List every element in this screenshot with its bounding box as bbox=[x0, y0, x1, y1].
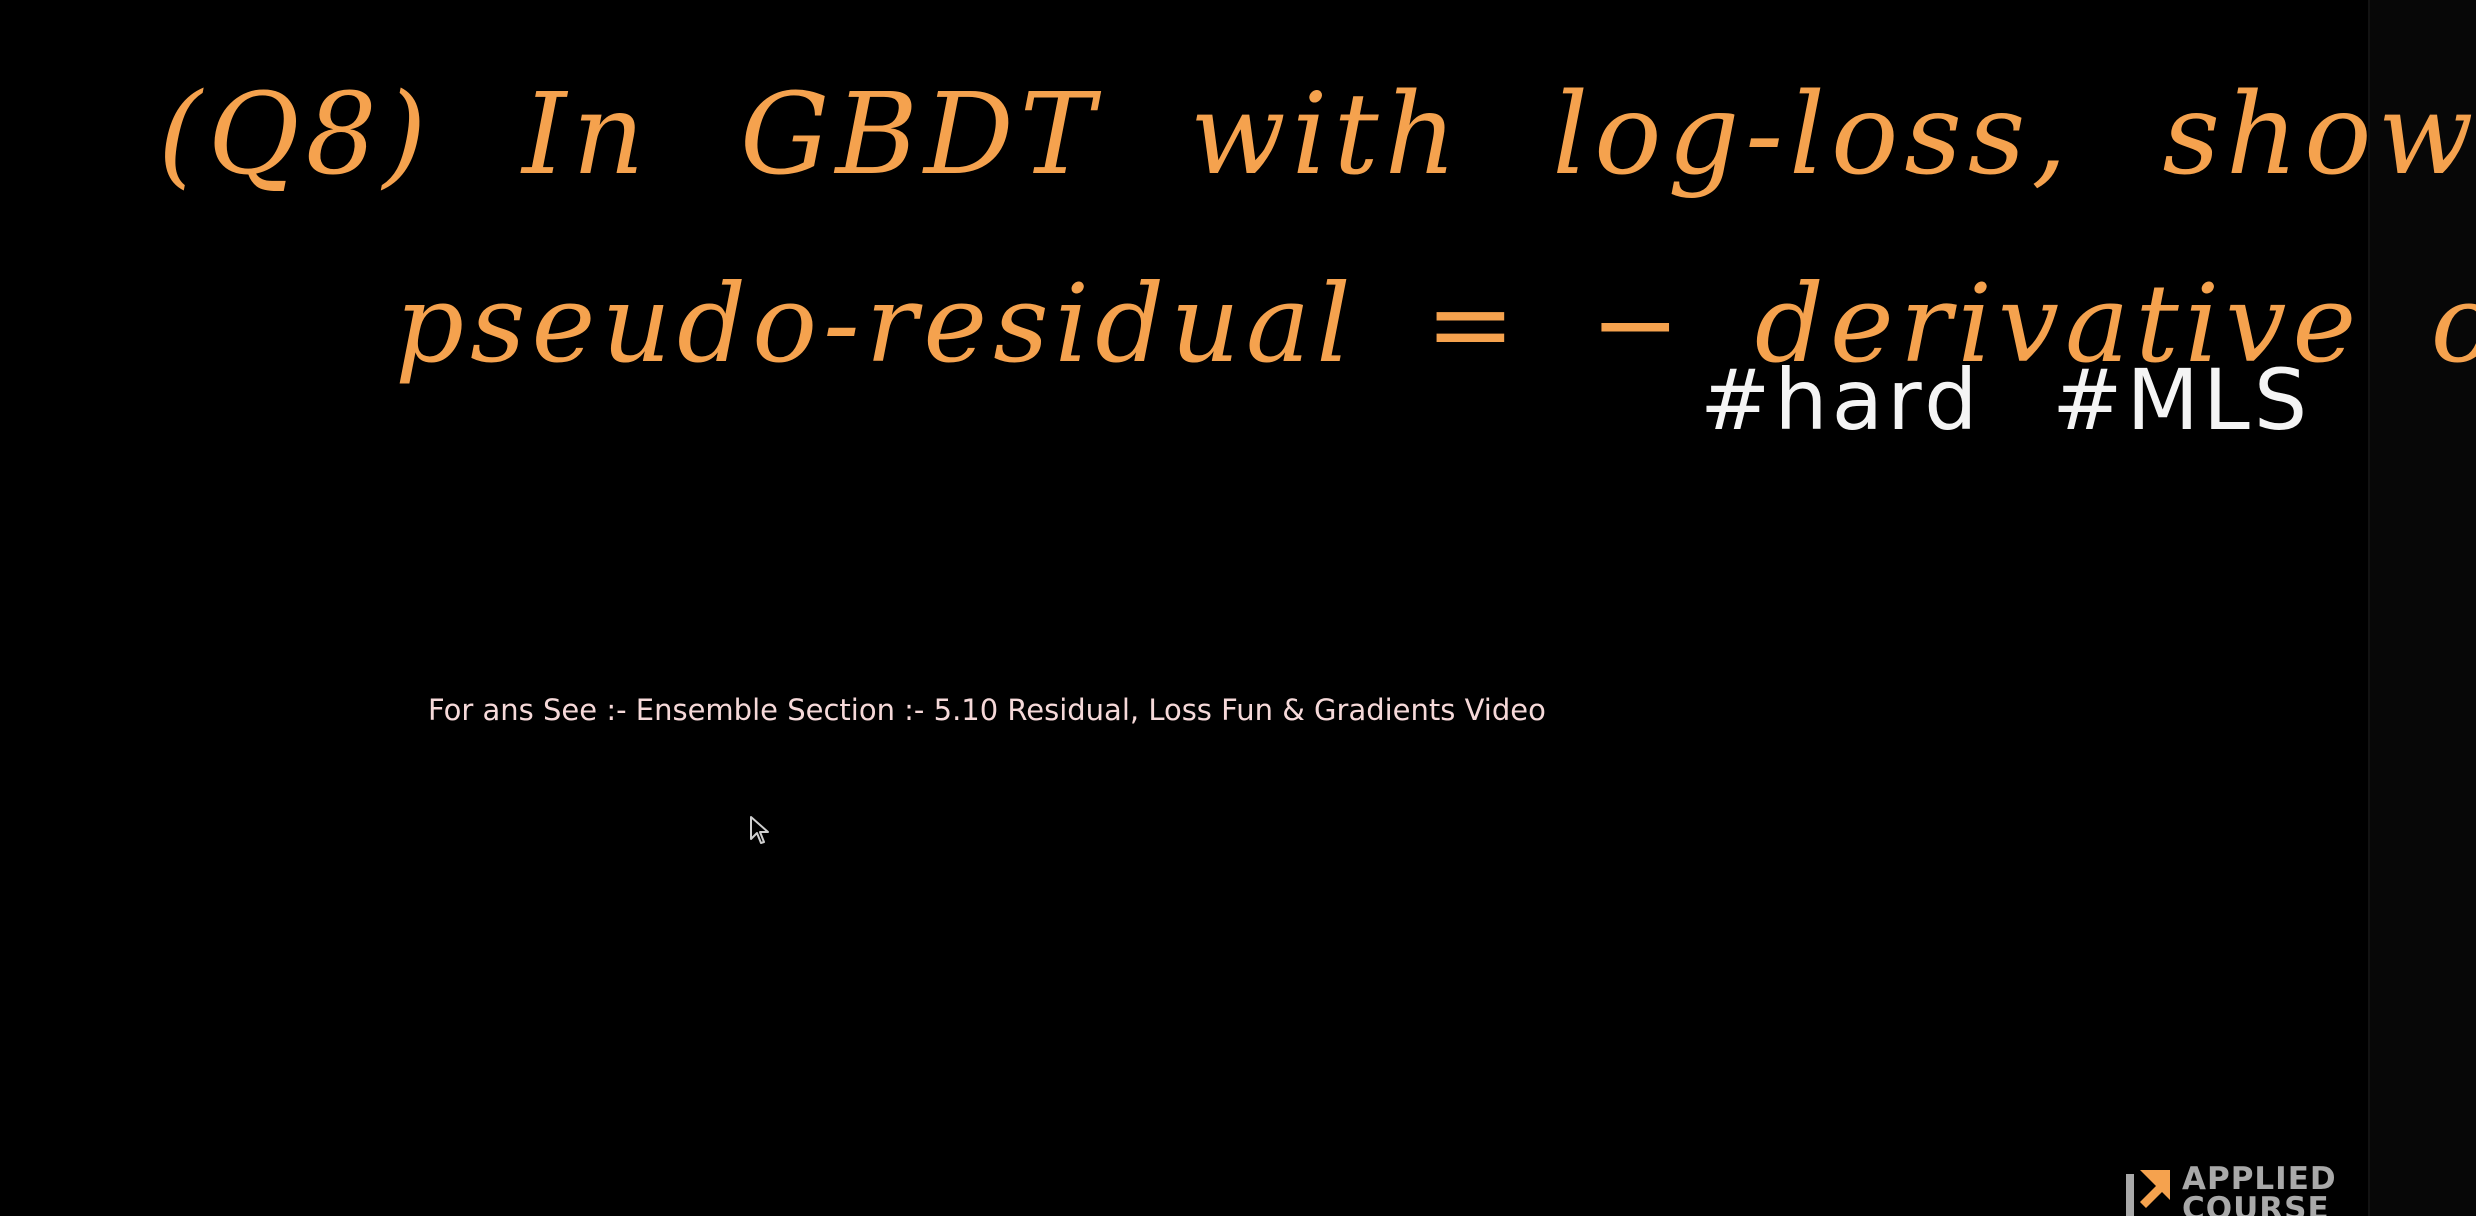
video-frame: (Q8) In GBDT with log-loss, show that ps… bbox=[0, 0, 2476, 1216]
tags-line: #hard #MLS bbox=[1700, 351, 2312, 449]
answer-reference-text: For ans See :- Ensemble Section :- 5.10 … bbox=[428, 693, 1546, 727]
question-line: (Q8) In GBDT with log-loss, show that bbox=[158, 70, 2476, 200]
mouse-pointer-icon bbox=[750, 816, 769, 844]
logo-wordmark: APPLIED COURSE bbox=[2182, 1164, 2337, 1216]
arrow-up-right-icon bbox=[2126, 1170, 2170, 1216]
applied-course-logo: APPLIED COURSE bbox=[2124, 1164, 2344, 1216]
logo-line-1: APPLIED bbox=[2182, 1161, 2337, 1197]
logo-line-2: COURSE bbox=[2182, 1191, 2330, 1216]
